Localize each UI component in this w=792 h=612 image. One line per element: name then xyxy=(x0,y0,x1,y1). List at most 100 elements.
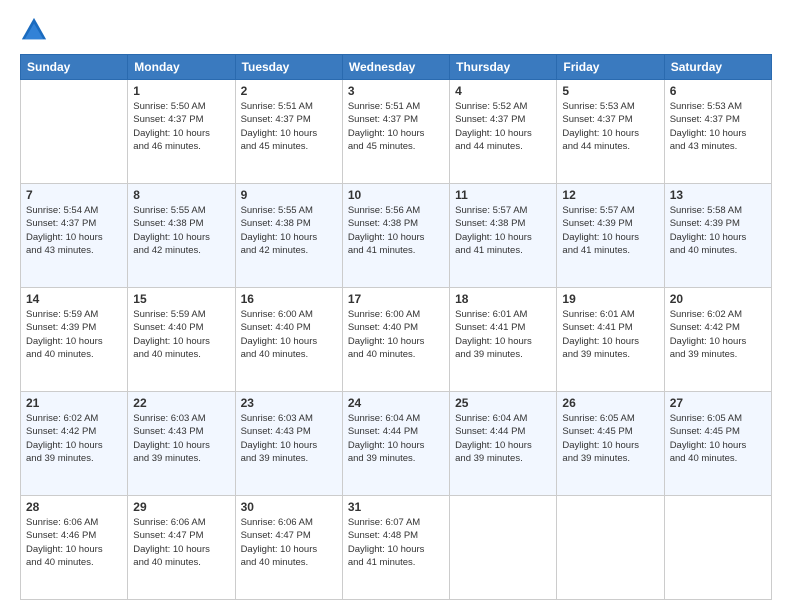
calendar-cell: 30 Sunrise: 6:06 AMSunset: 4:47 PMDayligh… xyxy=(235,496,342,600)
calendar-cell: 18 Sunrise: 6:01 AMSunset: 4:41 PMDayligh… xyxy=(450,288,557,392)
calendar-cell xyxy=(664,496,771,600)
day-number: 6 xyxy=(670,84,766,98)
calendar-cell: 11 Sunrise: 5:57 AMSunset: 4:38 PMDayligh… xyxy=(450,184,557,288)
calendar-cell: 22 Sunrise: 6:03 AMSunset: 4:43 PMDayligh… xyxy=(128,392,235,496)
calendar-cell: 31 Sunrise: 6:07 AMSunset: 4:48 PMDayligh… xyxy=(342,496,449,600)
day-info: Sunrise: 5:50 AMSunset: 4:37 PMDaylight:… xyxy=(133,100,229,153)
day-info: Sunrise: 6:03 AMSunset: 4:43 PMDaylight:… xyxy=(133,412,229,465)
day-number: 21 xyxy=(26,396,122,410)
calendar-cell: 28 Sunrise: 6:06 AMSunset: 4:46 PMDayligh… xyxy=(21,496,128,600)
day-info: Sunrise: 6:06 AMSunset: 4:47 PMDaylight:… xyxy=(241,516,337,569)
day-number: 22 xyxy=(133,396,229,410)
day-info: Sunrise: 6:00 AMSunset: 4:40 PMDaylight:… xyxy=(241,308,337,361)
day-number: 1 xyxy=(133,84,229,98)
day-number: 25 xyxy=(455,396,551,410)
calendar-header-wednesday: Wednesday xyxy=(342,55,449,80)
day-info: Sunrise: 5:59 AMSunset: 4:39 PMDaylight:… xyxy=(26,308,122,361)
day-info: Sunrise: 6:05 AMSunset: 4:45 PMDaylight:… xyxy=(562,412,658,465)
day-info: Sunrise: 6:01 AMSunset: 4:41 PMDaylight:… xyxy=(562,308,658,361)
day-info: Sunrise: 5:56 AMSunset: 4:38 PMDaylight:… xyxy=(348,204,444,257)
day-number: 14 xyxy=(26,292,122,306)
day-info: Sunrise: 5:57 AMSunset: 4:38 PMDaylight:… xyxy=(455,204,551,257)
calendar-cell: 7 Sunrise: 5:54 AMSunset: 4:37 PMDaylight… xyxy=(21,184,128,288)
calendar-cell xyxy=(557,496,664,600)
calendar-cell: 5 Sunrise: 5:53 AMSunset: 4:37 PMDaylight… xyxy=(557,80,664,184)
day-number: 20 xyxy=(670,292,766,306)
day-info: Sunrise: 6:00 AMSunset: 4:40 PMDaylight:… xyxy=(348,308,444,361)
calendar-cell: 17 Sunrise: 6:00 AMSunset: 4:40 PMDayligh… xyxy=(342,288,449,392)
calendar-cell: 14 Sunrise: 5:59 AMSunset: 4:39 PMDayligh… xyxy=(21,288,128,392)
day-number: 7 xyxy=(26,188,122,202)
calendar-cell xyxy=(21,80,128,184)
day-number: 28 xyxy=(26,500,122,514)
calendar-cell: 20 Sunrise: 6:02 AMSunset: 4:42 PMDayligh… xyxy=(664,288,771,392)
day-info: Sunrise: 5:58 AMSunset: 4:39 PMDaylight:… xyxy=(670,204,766,257)
calendar-cell: 19 Sunrise: 6:01 AMSunset: 4:41 PMDayligh… xyxy=(557,288,664,392)
day-number: 18 xyxy=(455,292,551,306)
day-number: 29 xyxy=(133,500,229,514)
calendar-table: SundayMondayTuesdayWednesdayThursdayFrid… xyxy=(20,54,772,600)
day-info: Sunrise: 5:59 AMSunset: 4:40 PMDaylight:… xyxy=(133,308,229,361)
day-number: 10 xyxy=(348,188,444,202)
day-info: Sunrise: 6:04 AMSunset: 4:44 PMDaylight:… xyxy=(455,412,551,465)
day-info: Sunrise: 6:03 AMSunset: 4:43 PMDaylight:… xyxy=(241,412,337,465)
calendar-cell: 26Sunrise: 6:05 AMSunset: 4:45 PMDayligh… xyxy=(557,392,664,496)
calendar-header-monday: Monday xyxy=(128,55,235,80)
calendar-cell: 10 Sunrise: 5:56 AMSunset: 4:38 PMDayligh… xyxy=(342,184,449,288)
day-info: Sunrise: 6:02 AMSunset: 4:42 PMDaylight:… xyxy=(26,412,122,465)
calendar-header-sunday: Sunday xyxy=(21,55,128,80)
day-info: Sunrise: 6:02 AMSunset: 4:42 PMDaylight:… xyxy=(670,308,766,361)
day-info: Sunrise: 6:06 AMSunset: 4:46 PMDaylight:… xyxy=(26,516,122,569)
calendar-cell: 6 Sunrise: 5:53 AMSunset: 4:37 PMDaylight… xyxy=(664,80,771,184)
day-info: Sunrise: 5:55 AMSunset: 4:38 PMDaylight:… xyxy=(133,204,229,257)
day-info: Sunrise: 6:07 AMSunset: 4:48 PMDaylight:… xyxy=(348,516,444,569)
day-number: 11 xyxy=(455,188,551,202)
day-info: Sunrise: 5:57 AMSunset: 4:39 PMDaylight:… xyxy=(562,204,658,257)
day-info: Sunrise: 5:55 AMSunset: 4:38 PMDaylight:… xyxy=(241,204,337,257)
day-info: Sunrise: 5:54 AMSunset: 4:37 PMDaylight:… xyxy=(26,204,122,257)
day-info: Sunrise: 6:05 AMSunset: 4:45 PMDaylight:… xyxy=(670,412,766,465)
calendar-week-4: 21 Sunrise: 6:02 AMSunset: 4:42 PMDayligh… xyxy=(21,392,772,496)
calendar-cell: 13Sunrise: 5:58 AMSunset: 4:39 PMDayligh… xyxy=(664,184,771,288)
calendar-cell: 23 Sunrise: 6:03 AMSunset: 4:43 PMDayligh… xyxy=(235,392,342,496)
calendar-cell: 1 Sunrise: 5:50 AMSunset: 4:37 PMDaylight… xyxy=(128,80,235,184)
calendar-week-2: 7 Sunrise: 5:54 AMSunset: 4:37 PMDaylight… xyxy=(21,184,772,288)
day-number: 2 xyxy=(241,84,337,98)
calendar-cell: 4 Sunrise: 5:52 AMSunset: 4:37 PMDaylight… xyxy=(450,80,557,184)
day-number: 17 xyxy=(348,292,444,306)
calendar-header-saturday: Saturday xyxy=(664,55,771,80)
day-number: 9 xyxy=(241,188,337,202)
day-info: Sunrise: 5:51 AMSunset: 4:37 PMDaylight:… xyxy=(348,100,444,153)
calendar-cell: 16 Sunrise: 6:00 AMSunset: 4:40 PMDayligh… xyxy=(235,288,342,392)
day-number: 31 xyxy=(348,500,444,514)
day-info: Sunrise: 5:51 AMSunset: 4:37 PMDaylight:… xyxy=(241,100,337,153)
day-info: Sunrise: 5:53 AMSunset: 4:37 PMDaylight:… xyxy=(562,100,658,153)
day-number: 4 xyxy=(455,84,551,98)
day-number: 16 xyxy=(241,292,337,306)
day-number: 5 xyxy=(562,84,658,98)
day-number: 27 xyxy=(670,396,766,410)
calendar-week-5: 28 Sunrise: 6:06 AMSunset: 4:46 PMDayligh… xyxy=(21,496,772,600)
day-number: 19 xyxy=(562,292,658,306)
day-info: Sunrise: 6:06 AMSunset: 4:47 PMDaylight:… xyxy=(133,516,229,569)
calendar-cell: 15Sunrise: 5:59 AMSunset: 4:40 PMDayligh… xyxy=(128,288,235,392)
calendar-cell: 25 Sunrise: 6:04 AMSunset: 4:44 PMDayligh… xyxy=(450,392,557,496)
day-info: Sunrise: 6:04 AMSunset: 4:44 PMDaylight:… xyxy=(348,412,444,465)
calendar-cell xyxy=(450,496,557,600)
calendar-cell: 24 Sunrise: 6:04 AMSunset: 4:44 PMDayligh… xyxy=(342,392,449,496)
page: SundayMondayTuesdayWednesdayThursdayFrid… xyxy=(0,0,792,612)
calendar-cell: 12 Sunrise: 5:57 AMSunset: 4:39 PMDayligh… xyxy=(557,184,664,288)
day-info: Sunrise: 5:52 AMSunset: 4:37 PMDaylight:… xyxy=(455,100,551,153)
day-number: 8 xyxy=(133,188,229,202)
calendar-cell: 21 Sunrise: 6:02 AMSunset: 4:42 PMDayligh… xyxy=(21,392,128,496)
day-number: 3 xyxy=(348,84,444,98)
day-number: 23 xyxy=(241,396,337,410)
day-info: Sunrise: 5:53 AMSunset: 4:37 PMDaylight:… xyxy=(670,100,766,153)
calendar-cell: 9 Sunrise: 5:55 AMSunset: 4:38 PMDaylight… xyxy=(235,184,342,288)
day-number: 30 xyxy=(241,500,337,514)
day-info: Sunrise: 6:01 AMSunset: 4:41 PMDaylight:… xyxy=(455,308,551,361)
logo xyxy=(20,16,52,44)
calendar-header-row: SundayMondayTuesdayWednesdayThursdayFrid… xyxy=(21,55,772,80)
day-number: 12 xyxy=(562,188,658,202)
day-number: 24 xyxy=(348,396,444,410)
